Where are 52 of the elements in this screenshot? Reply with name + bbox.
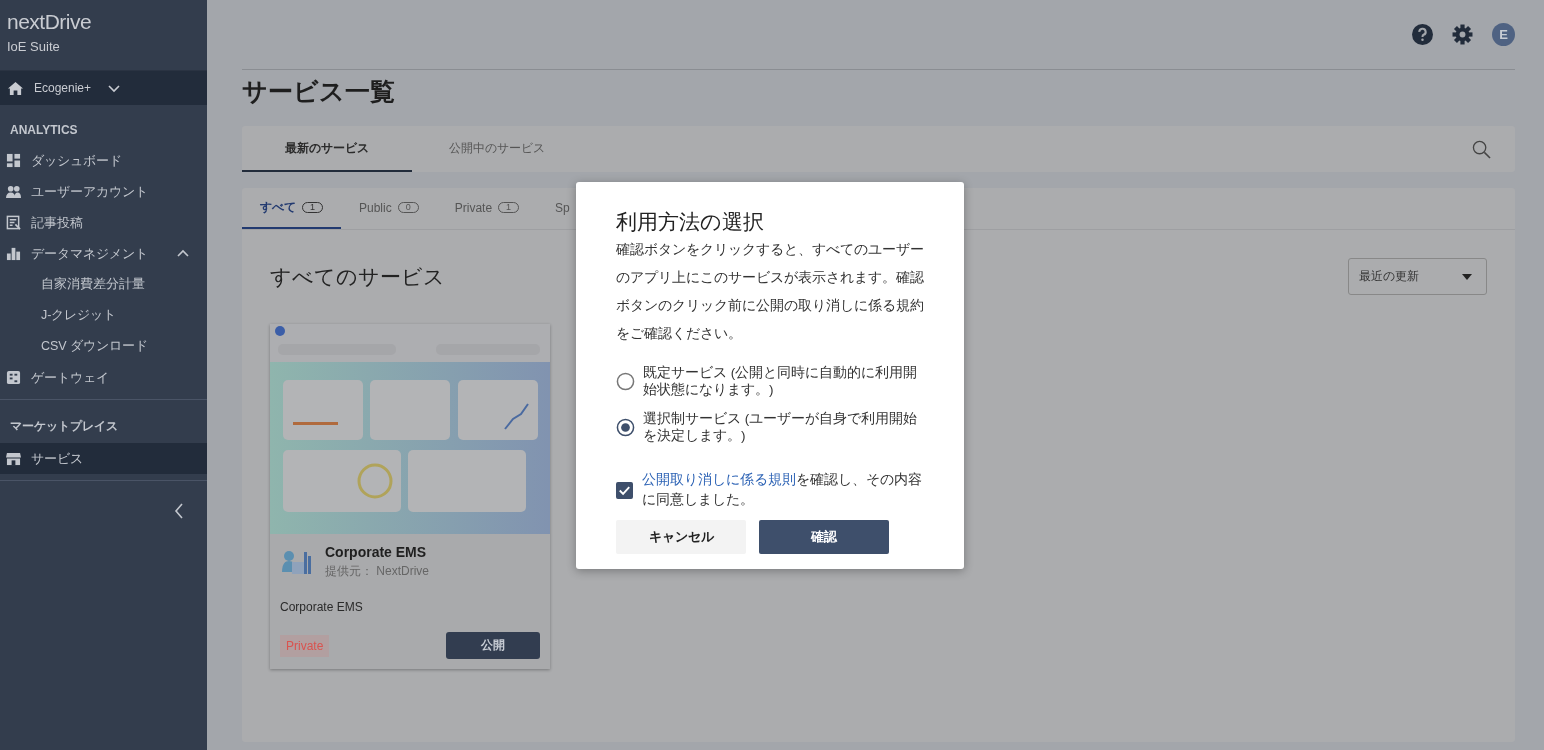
radio-button[interactable]	[616, 417, 635, 437]
sidebar-subitem[interactable]: J-クレジット	[0, 300, 207, 331]
page-title: サービス一覧	[242, 76, 396, 107]
brand-logo: nextDrive	[7, 10, 93, 34]
gateway-icon	[6, 370, 21, 385]
user-avatar[interactable]: E	[1492, 23, 1515, 46]
sort-dropdown[interactable]: 最近の更新	[1348, 258, 1487, 295]
service-name: Corporate EMS	[325, 544, 428, 560]
agreement-text: 公開取り消しに係る規則を確認し、その内容に同意しました。	[642, 471, 923, 509]
sidebar-item[interactable]: ユーザーアカウント	[0, 176, 207, 207]
tab[interactable]: 公開中のサービス	[412, 126, 582, 172]
sidebar-item[interactable]: サービス	[0, 443, 207, 474]
section-heading: ANALYTICS	[9, 122, 79, 139]
sidebar-item[interactable]: 記事投稿	[0, 207, 207, 238]
sidebar-item[interactable]: ゲートウェイ	[0, 362, 207, 393]
sidebar-item[interactable]: ダッシュボード	[0, 145, 207, 176]
collapse-icon[interactable]	[174, 503, 184, 519]
status-tag: Private	[280, 634, 330, 657]
sidebar-item[interactable]: データマネジメント	[0, 238, 207, 269]
bar-chart-icon	[6, 246, 21, 261]
section-title: すべてのサービス	[270, 263, 445, 290]
checkbox[interactable]	[616, 481, 633, 499]
sidebar-subitem[interactable]: 自家消費差分計量	[0, 269, 207, 300]
building-icon	[280, 548, 314, 576]
dialog-title: 利用方法の選択	[616, 209, 765, 235]
rules-link[interactable]: 公開取り消しに係る規則	[642, 472, 796, 487]
sidebar-subitem[interactable]: CSV ダウンロード	[0, 331, 207, 362]
section-heading: マーケットプレイス	[9, 418, 119, 435]
option-label: 既定サービス (公開と同時に自動的に利用開始状態になります。)	[643, 364, 919, 398]
dialog-message: 確認ボタンをクリックすると、すべてのユーザーのアプリ上にこのサービスが表示されます。確認ボタンのクリック前に公開の取り消しに係る規約をご確認ください。	[616, 241, 925, 343]
filter-tab[interactable]: すべて 1	[242, 188, 341, 229]
provider-text: 提供元： NextDrive	[325, 563, 429, 580]
service-description: Corporate EMS	[280, 600, 364, 614]
chevron-icon	[108, 82, 121, 94]
cancel-button[interactable]: キャンセル	[616, 520, 746, 554]
option-label: 選択制サービス (ユーザーが自身で利用開始を決定します。)	[643, 410, 919, 444]
caret-icon	[1462, 273, 1472, 280]
confirm-button[interactable]: 確認	[759, 520, 889, 554]
settings-icon[interactable]	[1452, 24, 1473, 45]
help-icon[interactable]	[1412, 24, 1433, 45]
product-name: IoE Suite	[7, 39, 61, 54]
home-icon	[8, 80, 23, 96]
users-icon	[6, 184, 21, 199]
radio-button[interactable]	[616, 371, 635, 391]
tab[interactable]: 最新のサービス	[242, 126, 412, 172]
document-icon	[6, 215, 21, 230]
workspace-selector[interactable]: Ecogenie+	[0, 71, 207, 105]
publish-button[interactable]: 公開	[446, 632, 540, 659]
dashboard-icon	[6, 153, 21, 168]
filter-tab[interactable]: Public 0	[341, 188, 437, 229]
store-icon	[6, 451, 21, 466]
search-icon[interactable]	[1472, 139, 1491, 159]
